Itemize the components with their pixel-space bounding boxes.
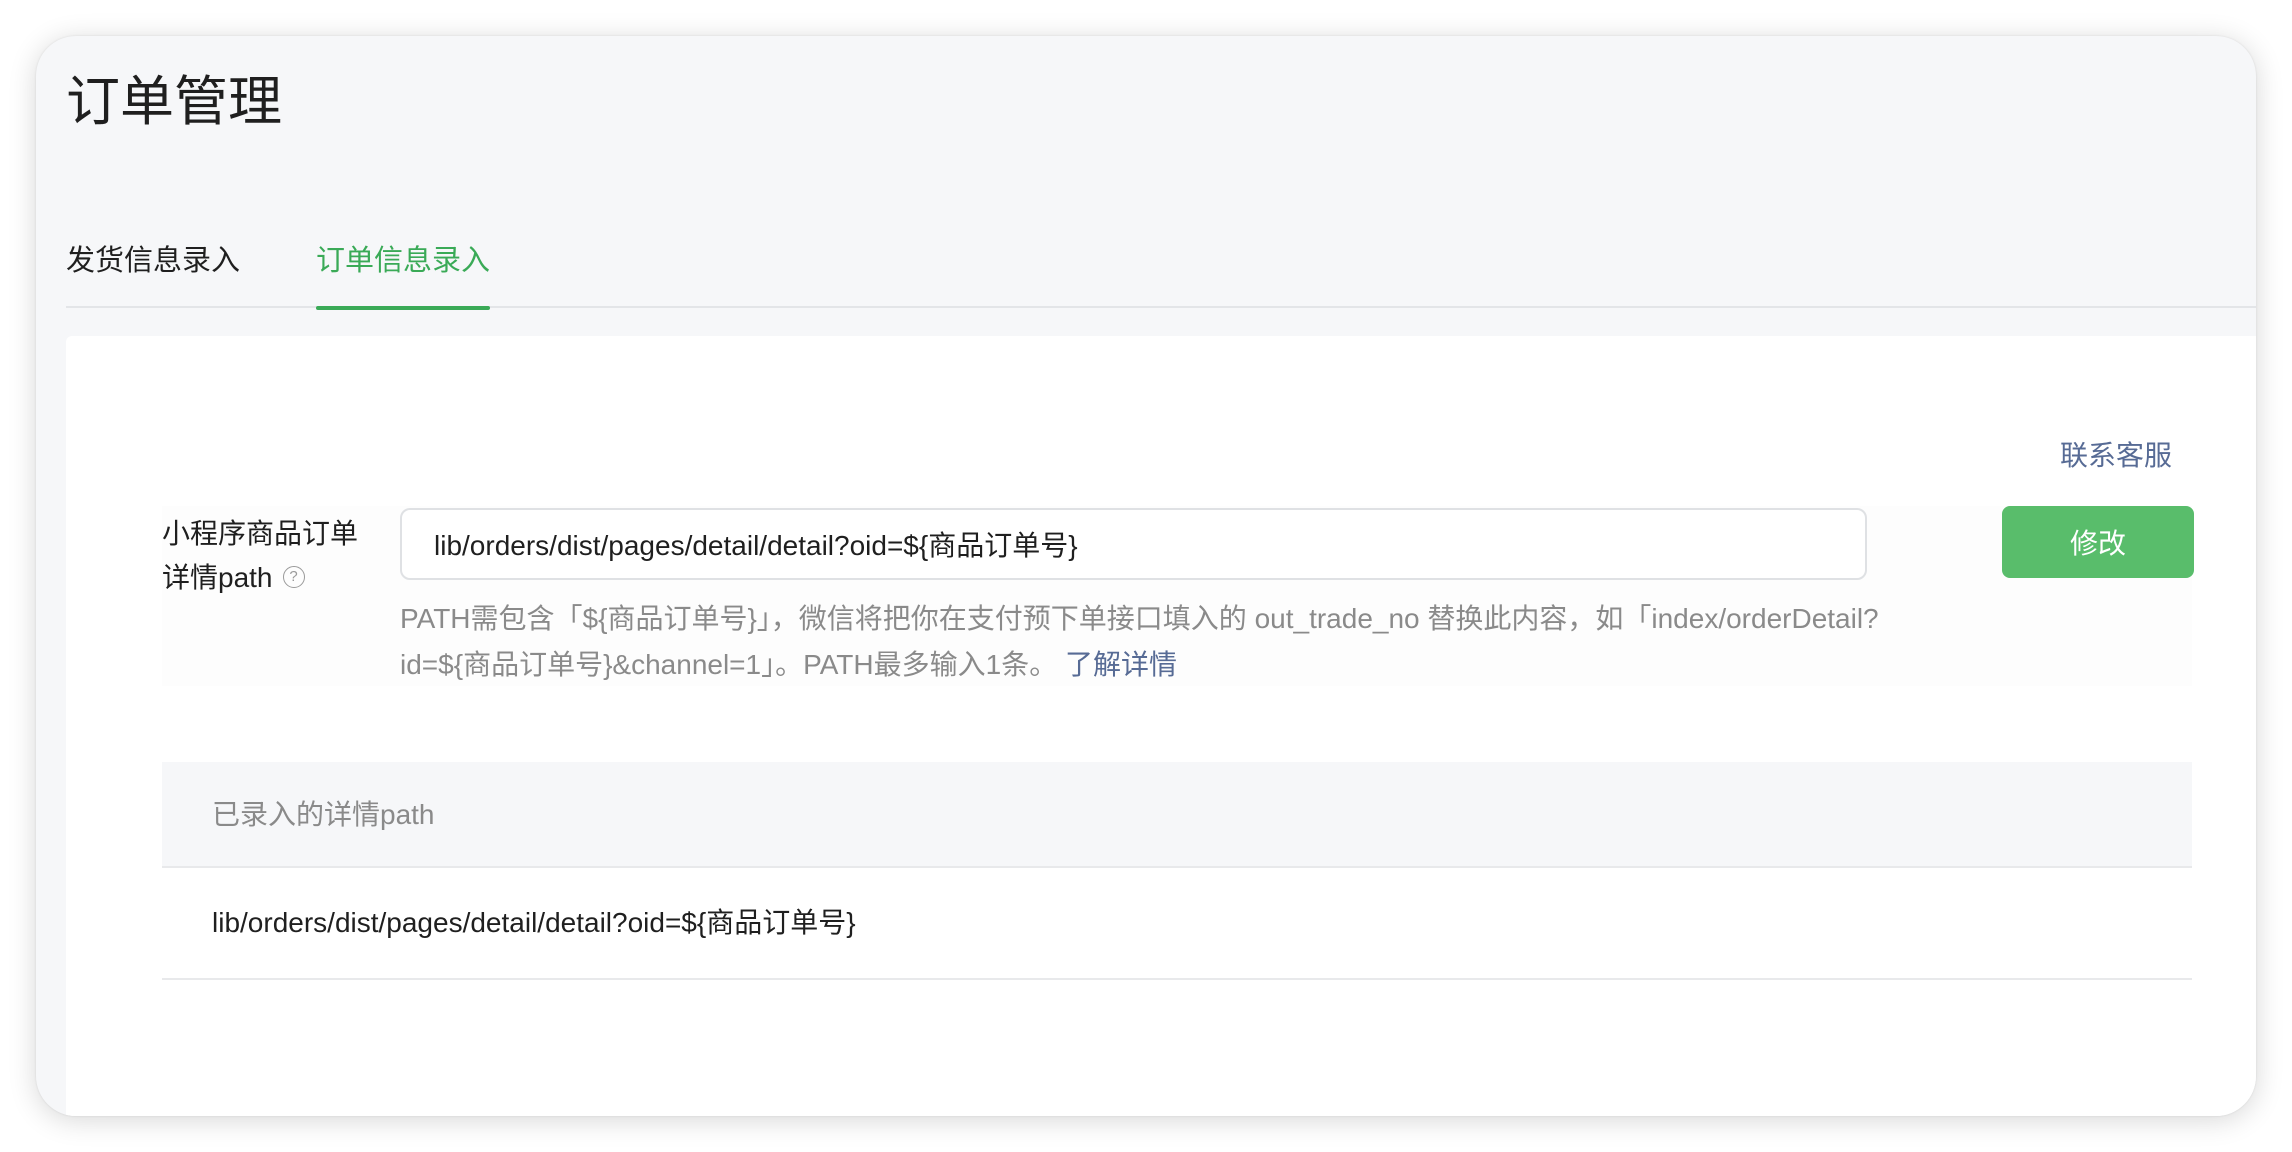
modify-button[interactable]: 修改 [2002, 506, 2194, 578]
path-form-label: 小程序商品订单 详情path? [162, 512, 392, 600]
path-hint: PATH需包含「${商品订单号}」，微信将把你在支付预下单接口填入的 out_t… [400, 596, 1960, 688]
path-input[interactable] [400, 508, 1867, 580]
page-title: 订单管理 [66, 72, 282, 132]
tab-bar: 发货信息录入 订单信息录入 [66, 204, 2256, 310]
help-icon[interactable]: ? [282, 566, 305, 588]
table-row: lib/orders/dist/pages/detail/detail?oid=… [162, 868, 2192, 980]
path-form: 小程序商品订单 详情path? 修改 PATH需包含「${商品订单号}」，微信将… [162, 506, 2194, 688]
content-card: 联系客服 小程序商品订单 详情path? 修改 PATH需包含「${商品订单号}… [66, 336, 2256, 1116]
path-form-label-line2: 详情path [162, 562, 273, 593]
entered-paths-header: 已录入的详情path [162, 762, 2192, 868]
learn-more-link[interactable]: 了解详情 [1065, 649, 1177, 680]
tab-order-info[interactable]: 订单信息录入 [316, 244, 491, 310]
path-form-label-line1: 小程序商品订单 [162, 518, 359, 549]
contact-support-link[interactable]: 联系客服 [2060, 434, 2172, 474]
app-window: 订单管理 发货信息录入 订单信息录入 联系客服 小程序商品订单 详情path? … [36, 36, 2256, 1116]
tab-shipping-info[interactable]: 发货信息录入 [66, 244, 240, 308]
